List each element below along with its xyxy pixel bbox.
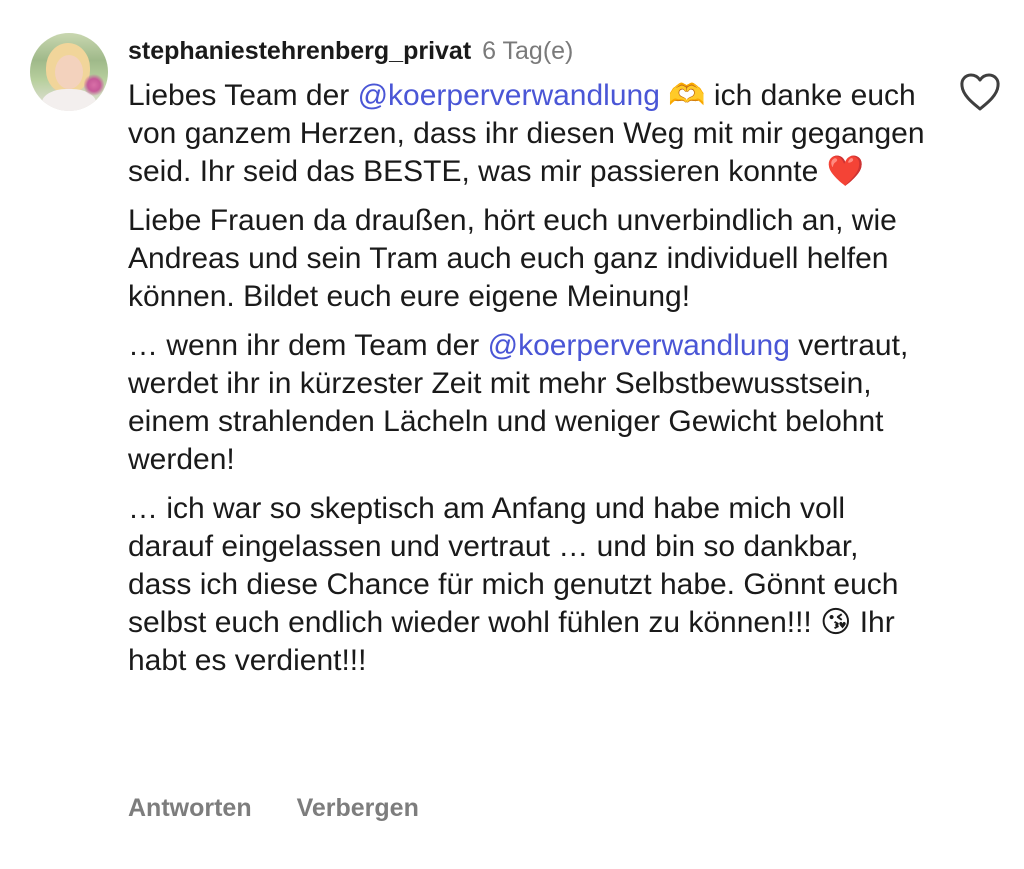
comment-paragraph: Liebe Frauen da draußen, hört euch unver… [128,202,928,316]
comment-paragraph: Liebes Team der @koerperverwandlung 🫶 ic… [128,77,928,191]
timestamp: 6 Tag(e) [482,37,574,65]
comment-text: Liebe Frauen da draußen, hört euch unver… [128,204,904,313]
avatar[interactable] [30,33,108,111]
comment: stephaniestehrenberg_privat 6 Tag(e) Lie… [0,0,1024,869]
mention-link[interactable]: @koerperverwandlung [358,79,660,112]
username-link[interactable]: stephaniestehrenberg_privat [128,37,471,65]
comment-paragraph: … wenn ihr dem Team der @koerperverwandl… [128,327,928,479]
comment-body: Liebes Team der @koerperverwandlung 🫶 ic… [128,77,928,680]
comment-text: Liebes Team der [128,79,358,112]
comment-content: stephaniestehrenberg_privat 6 Tag(e) Lie… [128,33,928,691]
comment-text: … wenn ihr dem Team der [128,329,488,362]
comment-header: stephaniestehrenberg_privat 6 Tag(e) [128,33,928,69]
avatar-flowers [84,73,104,97]
mention-link[interactable]: @koerperverwandlung [488,329,790,362]
comment-actions: Antworten Verbergen [128,790,457,826]
reply-button[interactable]: Antworten [128,790,252,826]
avatar-face [55,55,83,89]
comment-text: … ich war so skeptisch am Anfang und hab… [128,492,907,677]
comment-paragraph: … ich war so skeptisch am Anfang und hab… [128,490,928,680]
heart-icon[interactable] [958,72,1002,112]
hide-button[interactable]: Verbergen [297,790,419,826]
